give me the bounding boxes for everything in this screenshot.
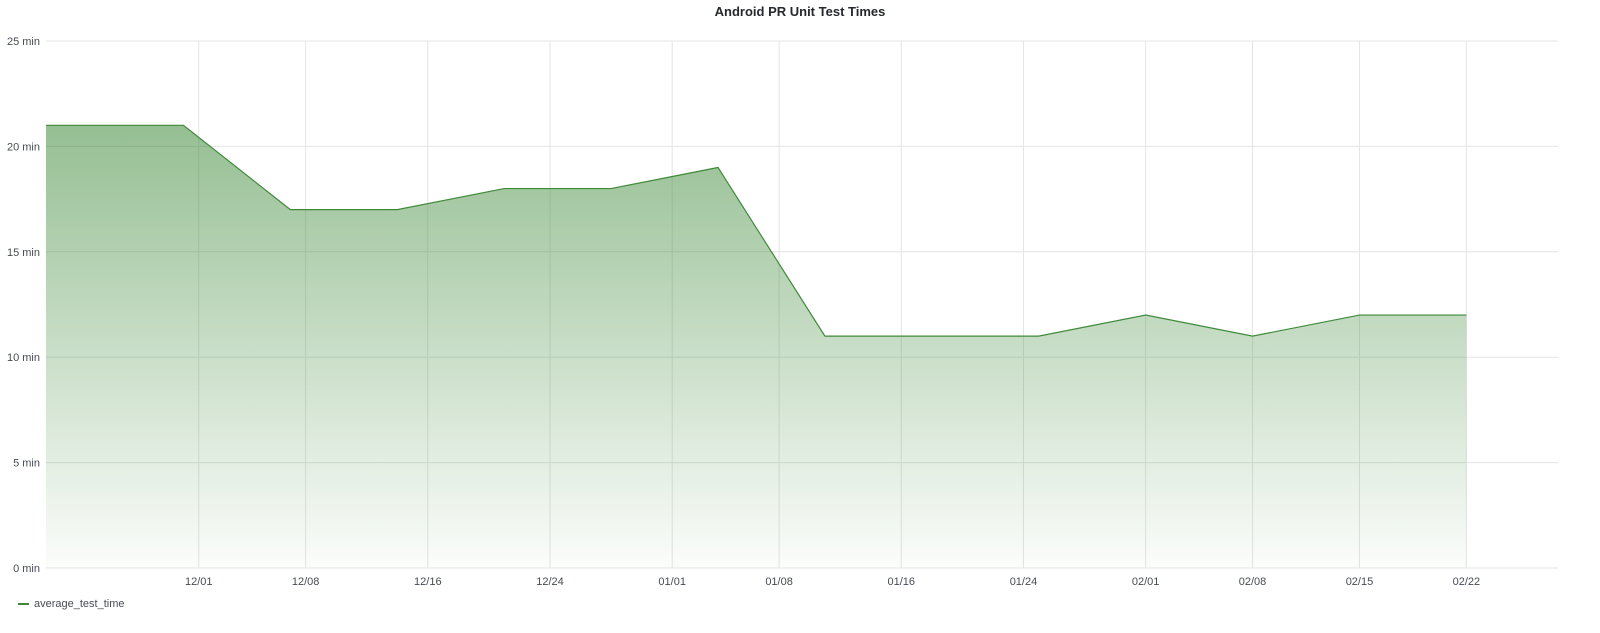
data-point (396, 209, 398, 211)
data-point (289, 209, 291, 211)
data-point (182, 124, 184, 126)
y-tick-label: 10 min (7, 352, 40, 364)
y-tick-label: 15 min (7, 247, 40, 259)
x-tick-label: 02/08 (1239, 576, 1267, 588)
chart-container: Android PR Unit Test Times 0 min 5 min 10 … (0, 0, 1600, 633)
data-point (503, 188, 505, 190)
y-tick-label: 25 min (7, 36, 40, 48)
x-tick-label: 12/16 (414, 576, 442, 588)
x-tick-label: 01/24 (1010, 576, 1038, 588)
x-tick-label: 01/16 (888, 576, 916, 588)
data-point (610, 188, 612, 190)
data-point (1465, 314, 1467, 316)
x-tick-label: 12/08 (292, 576, 320, 588)
x-tick-label: 01/08 (765, 576, 793, 588)
x-tick-label: 12/24 (536, 576, 564, 588)
data-point (931, 335, 933, 337)
data-point (1358, 314, 1360, 316)
series-area-fill (46, 125, 1467, 568)
x-tick-label: 12/01 (185, 576, 213, 588)
data-point (824, 335, 826, 337)
data-point (1038, 335, 1040, 337)
y-tick-label: 20 min (7, 141, 40, 153)
x-tick-label: 01/01 (658, 576, 686, 588)
x-tick-label: 02/15 (1346, 576, 1374, 588)
data-point (1145, 314, 1147, 316)
data-point (717, 166, 719, 168)
legend-label: average_test_time (34, 598, 125, 610)
legend[interactable]: average_test_time (18, 598, 125, 610)
data-point (45, 124, 47, 126)
legend-swatch (18, 603, 29, 605)
chart-plot-area: 0 min 5 min 10 min 15 min 20 min 25 min 12/01 1… (7, 36, 1558, 588)
x-tick-label: 02/22 (1453, 576, 1481, 588)
data-point (1252, 335, 1254, 337)
y-tick-label: 5 min (13, 458, 40, 470)
x-tick-label: 02/01 (1132, 576, 1160, 588)
y-tick-label: 0 min (13, 563, 40, 575)
